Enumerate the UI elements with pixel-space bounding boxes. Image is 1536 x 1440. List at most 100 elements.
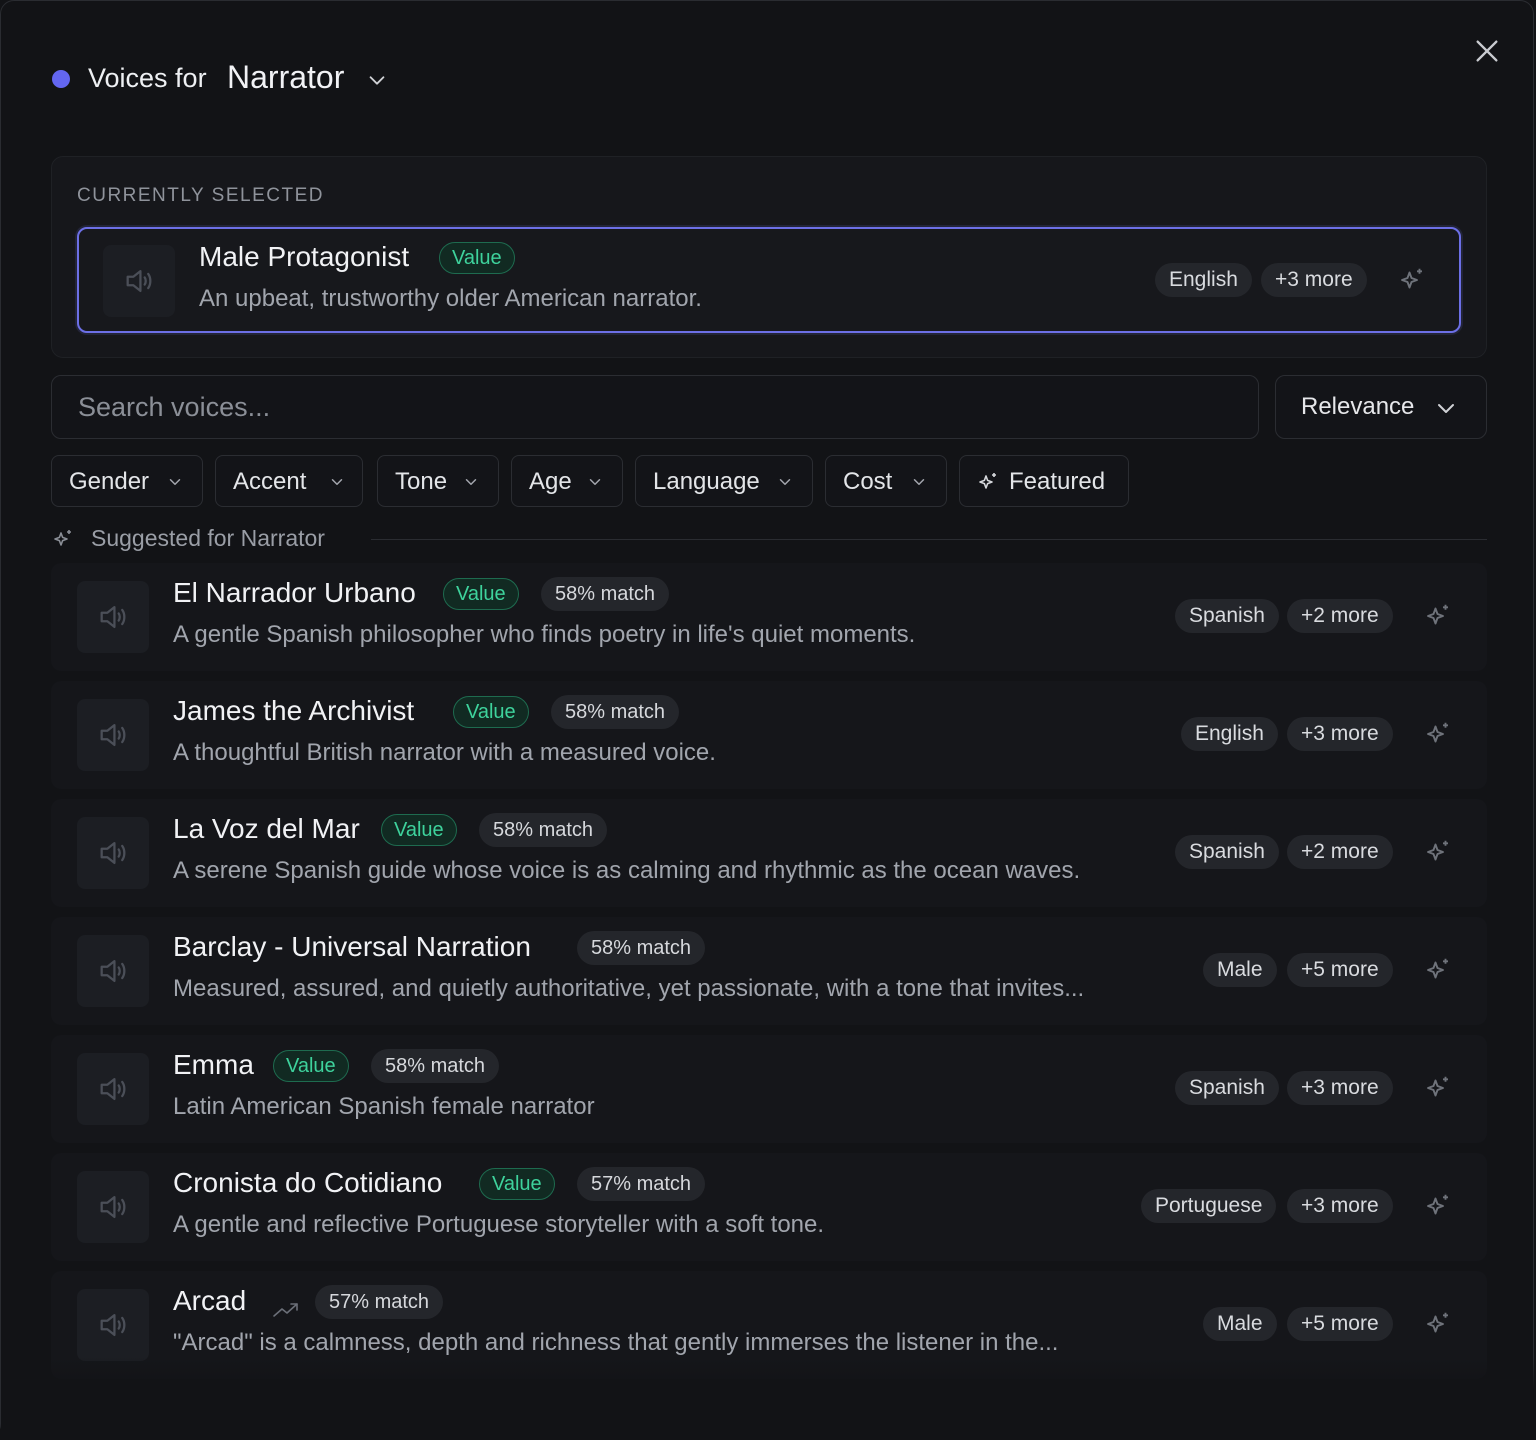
filter-label: Cost — [843, 468, 893, 495]
voice-name: La Voz del Mar — [173, 813, 360, 844]
sparkle-icon[interactable] — [1423, 601, 1453, 631]
voice-description: A gentle Spanish philosopher who finds p… — [173, 621, 916, 648]
search-input[interactable] — [52, 376, 1258, 438]
section-label: CURRENTLY SELECTED — [77, 185, 324, 206]
more-tags[interactable]: +3 more — [1287, 1071, 1393, 1105]
play-preview-button[interactable] — [77, 1171, 149, 1243]
chevron-down-icon — [913, 479, 925, 485]
sparkle-icon[interactable] — [1423, 1073, 1453, 1103]
match-badge: 58% match — [371, 1049, 500, 1083]
match-badge: 58% match — [577, 931, 706, 965]
role-name[interactable]: Narrator — [227, 59, 344, 96]
speaker-icon — [100, 841, 126, 865]
sparkle-icon[interactable] — [1423, 719, 1453, 749]
sparkle-icon[interactable] — [1423, 1191, 1453, 1221]
voice-tag: Portuguese — [1141, 1189, 1277, 1223]
voice-name: Arcad — [173, 1285, 247, 1316]
more-tags[interactable]: +2 more — [1287, 599, 1393, 633]
speaker-icon — [100, 1077, 126, 1101]
chevron-down-icon — [589, 479, 601, 485]
more-tags[interactable]: +3 more — [1287, 1189, 1393, 1223]
sort-label: Relevance — [1301, 393, 1415, 420]
speaker-icon — [100, 1195, 126, 1219]
more-tags[interactable]: +3 more — [1261, 263, 1367, 297]
speaker-icon — [100, 959, 126, 983]
scroll-fade — [1, 1357, 1535, 1439]
voice-description: A gentle and reflective Portuguese story… — [173, 1211, 825, 1238]
more-tags[interactable]: +5 more — [1287, 953, 1393, 987]
match-badge: 57% match — [315, 1285, 444, 1319]
more-tags[interactable]: +2 more — [1287, 835, 1393, 869]
play-preview-button[interactable] — [77, 699, 149, 771]
filter-tone[interactable]: Tone — [377, 455, 499, 507]
play-preview-button[interactable] — [77, 581, 149, 653]
voice-tag: Spanish — [1175, 599, 1279, 633]
filter-label: Featured — [1009, 468, 1106, 495]
match-badge: 58% match — [551, 695, 680, 729]
more-tags[interactable]: +5 more — [1287, 1307, 1393, 1341]
voice-tag: English — [1181, 717, 1278, 751]
filter-accent[interactable]: Accent — [215, 455, 363, 507]
voice-description: "Arcad" is a calmness, depth and richnes… — [173, 1329, 1059, 1356]
filter-label: Accent — [233, 468, 307, 495]
filter-age[interactable]: Age — [511, 455, 623, 507]
speaker-icon — [100, 723, 126, 747]
voice-description: A thoughtful British narrator with a mea… — [173, 739, 716, 766]
voice-name: Emma — [173, 1049, 254, 1080]
suggested-label: Suggested for Narrator — [91, 525, 325, 551]
voice-description: An upbeat, trustworthy older American na… — [199, 285, 702, 312]
voice-name: Barclay - Universal Narration — [173, 931, 531, 962]
close-icon[interactable] — [1471, 35, 1503, 67]
filter-label: Gender — [69, 468, 150, 495]
chevron-down-icon — [169, 479, 181, 485]
voice-tag: Spanish — [1175, 835, 1279, 869]
value-badge: Value — [439, 242, 515, 274]
chevron-down-icon — [465, 479, 477, 485]
voice-tag: Male — [1203, 1307, 1277, 1341]
voice-tag: Spanish — [1175, 1071, 1279, 1105]
more-tags[interactable]: +3 more — [1287, 717, 1393, 751]
filter-label: Language — [653, 468, 760, 495]
sparkle-icon — [54, 530, 71, 546]
filter-cost[interactable]: Cost — [825, 455, 947, 507]
sparkle-icon — [979, 473, 996, 489]
voice-name: Male Protagonist — [199, 241, 410, 272]
sparkle-icon[interactable] — [1423, 955, 1453, 985]
value-badge: Value — [479, 1168, 555, 1200]
value-badge: Value — [273, 1050, 349, 1082]
filter-featured[interactable]: Featured — [959, 455, 1129, 507]
filter-gender[interactable]: Gender — [51, 455, 203, 507]
play-preview-button[interactable] — [103, 245, 175, 317]
filter-language[interactable]: Language — [635, 455, 813, 507]
chevron-down-icon[interactable] — [366, 69, 388, 91]
voice-description: Latin American Spanish female narrator — [173, 1093, 595, 1120]
speaker-icon — [100, 605, 126, 629]
voice-name: James the Archivist — [173, 695, 415, 726]
play-preview-button[interactable] — [77, 817, 149, 889]
play-preview-button[interactable] — [77, 935, 149, 1007]
sparkle-icon[interactable] — [1397, 265, 1427, 295]
play-preview-button[interactable] — [77, 1053, 149, 1125]
match-badge: 57% match — [577, 1167, 706, 1201]
sort-dropdown[interactable]: Relevance — [1275, 375, 1487, 439]
match-badge: 58% match — [479, 813, 608, 847]
sparkle-icon[interactable] — [1423, 1309, 1453, 1339]
value-badge: Value — [381, 814, 457, 846]
language-tag: English — [1155, 263, 1252, 297]
voice-description: A serene Spanish guide whose voice is as… — [173, 857, 1081, 884]
chevron-down-icon — [331, 479, 343, 485]
voice-picker-panel: Voices for Narrator CURRENTLY SELECTED M… — [0, 0, 1535, 1439]
divider — [371, 539, 1487, 540]
filter-label: Age — [529, 468, 572, 495]
voice-name: El Narrador Urbano — [173, 577, 416, 608]
voice-name: Cronista do Cotidiano — [173, 1167, 443, 1198]
filter-label: Tone — [395, 468, 448, 495]
chevron-down-icon — [1438, 404, 1454, 413]
value-badge: Value — [453, 696, 529, 728]
sparkle-icon[interactable] — [1423, 837, 1453, 867]
play-preview-button[interactable] — [77, 1289, 149, 1361]
voice-tag: Male — [1203, 953, 1277, 987]
speaker-icon — [126, 269, 152, 293]
title-prefix: Voices for — [88, 63, 207, 93]
search-field[interactable] — [51, 375, 1259, 439]
